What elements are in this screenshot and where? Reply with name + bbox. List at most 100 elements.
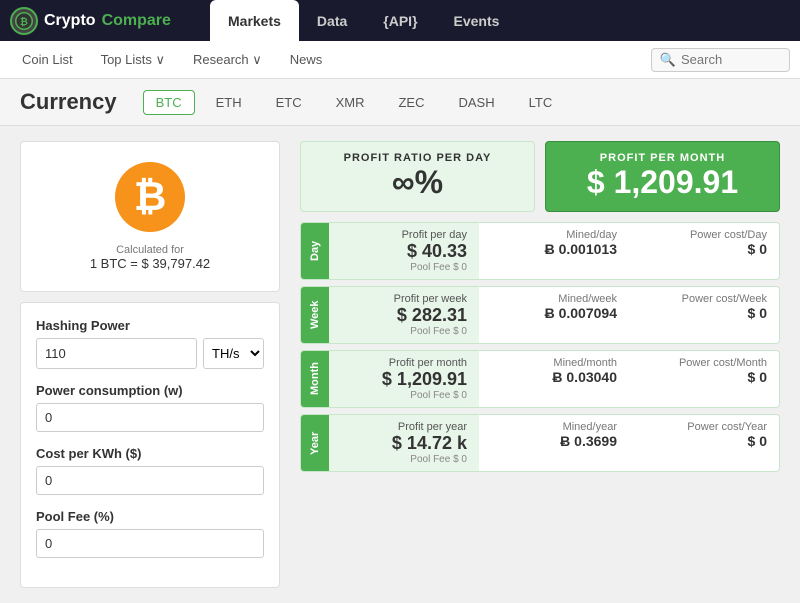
nav-data[interactable]: Data [299, 0, 365, 41]
data-row-period-2: Month [301, 351, 329, 407]
subnav-coin-list[interactable]: Coin List [10, 41, 85, 79]
tab-zec[interactable]: ZEC [385, 90, 437, 115]
logo[interactable]: ₿ Crypto Compare [10, 7, 210, 35]
data-row-power-0: Power cost/Day $ 0 [629, 223, 779, 279]
subnav-news[interactable]: News [278, 41, 335, 79]
pool-fee-input[interactable] [36, 529, 264, 558]
tab-btc[interactable]: BTC [143, 90, 195, 115]
logo-icon: ₿ [10, 7, 38, 35]
data-row-power-label-3: Power cost/Year [641, 421, 767, 433]
subnav-research[interactable]: Research ∨ [181, 41, 274, 79]
power-consumption-group: Power consumption (w) [36, 383, 264, 432]
data-row-power-label-1: Power cost/Week [641, 293, 767, 305]
svg-text:₿: ₿ [20, 16, 28, 27]
data-row-profit-3: Profit per year $ 14.72 k Pool Fee $ 0 [329, 415, 479, 471]
cost-per-kwh-label: Cost per KWh ($) [36, 446, 264, 461]
data-row-power-label-0: Power cost/Day [641, 229, 767, 241]
power-consumption-input[interactable] [36, 403, 264, 432]
data-row-profit-value-2: $ 1,209.91 [341, 369, 467, 390]
coin-card: ₿ Calculated for 1 BTC = $ 39,797.42 [20, 141, 280, 292]
data-row-mined-3: Mined/year Ƀ 0.3699 [479, 415, 629, 471]
main-content: ₿ Calculated for 1 BTC = $ 39,797.42 Has… [0, 126, 800, 603]
currency-tabs: BTC ETH ETC XMR ZEC DASH LTC [143, 90, 566, 115]
nav-markets[interactable]: Markets [210, 0, 299, 41]
tab-ltc[interactable]: LTC [516, 90, 566, 115]
data-row-mined-label-0: Mined/day [491, 229, 617, 241]
data-row-profit-2: Profit per month $ 1,209.91 Pool Fee $ 0 [329, 351, 479, 407]
data-row-power-label-2: Power cost/Month [641, 357, 767, 369]
nav-events[interactable]: Events [436, 0, 518, 41]
data-row-mined-0: Mined/day Ƀ 0.001013 [479, 223, 629, 279]
main-nav: Markets Data {API} Events [210, 0, 790, 41]
tab-eth[interactable]: ETH [203, 90, 255, 115]
data-row-period-1: Week [301, 287, 329, 343]
search-icon: 🔍 [660, 52, 676, 68]
data-row-mined-value-1: Ƀ 0.007094 [491, 305, 617, 321]
form-section: Hashing Power TH/s GH/s MH/s Power consu… [20, 302, 280, 588]
hashing-power-unit[interactable]: TH/s GH/s MH/s [203, 338, 264, 369]
pool-fee-label: Pool Fee (%) [36, 509, 264, 524]
currency-title: Currency [20, 89, 117, 115]
nav-api[interactable]: {API} [365, 0, 435, 41]
data-row-mined-value-0: Ƀ 0.001013 [491, 241, 617, 257]
data-row-power-1: Power cost/Week $ 0 [629, 287, 779, 343]
data-row-profit-title-2: Profit per month [341, 357, 467, 369]
data-row-mined-1: Mined/week Ƀ 0.007094 [479, 287, 629, 343]
data-row-profit-0: Profit per day $ 40.33 Pool Fee $ 0 [329, 223, 479, 279]
subnav-top-lists[interactable]: Top Lists ∨ [89, 41, 177, 79]
data-row-power-value-0: $ 0 [641, 241, 767, 257]
profit-month-card: PROFIT PER MONTH $ 1,209.91 [545, 141, 780, 212]
data-row: Week Profit per week $ 282.31 Pool Fee $… [300, 286, 780, 344]
data-row-profit-value-3: $ 14.72 k [341, 433, 467, 454]
data-row-period-3: Year [301, 415, 329, 471]
data-row-profit-fee-1: Pool Fee $ 0 [341, 326, 467, 337]
profit-ratio-value: ∞% [317, 164, 518, 201]
power-consumption-label: Power consumption (w) [36, 383, 264, 398]
cost-per-kwh-input[interactable] [36, 466, 264, 495]
profit-ratio-label: PROFIT RATIO PER DAY [317, 152, 518, 164]
tab-dash[interactable]: DASH [445, 90, 507, 115]
data-row-power-2: Power cost/Month $ 0 [629, 351, 779, 407]
data-row: Day Profit per day $ 40.33 Pool Fee $ 0 … [300, 222, 780, 280]
data-row: Month Profit per month $ 1,209.91 Pool F… [300, 350, 780, 408]
data-row-profit-1: Profit per week $ 282.31 Pool Fee $ 0 [329, 287, 479, 343]
data-row-power-value-3: $ 0 [641, 433, 767, 449]
data-row-mined-label-3: Mined/year [491, 421, 617, 433]
data-row-power-value-2: $ 0 [641, 369, 767, 385]
data-row-mined-value-3: Ƀ 0.3699 [491, 433, 617, 449]
data-row-mined-label-2: Mined/month [491, 357, 617, 369]
calc-price: 1 BTC = $ 39,797.42 [90, 256, 210, 271]
right-panel: PROFIT RATIO PER DAY ∞% PROFIT PER MONTH… [300, 141, 780, 588]
data-row-mined-value-2: Ƀ 0.03040 [491, 369, 617, 385]
calc-label: Calculated for [116, 244, 184, 256]
data-row-profit-value-1: $ 282.31 [341, 305, 467, 326]
data-row-power-3: Power cost/Year $ 0 [629, 415, 779, 471]
data-row: Year Profit per year $ 14.72 k Pool Fee … [300, 414, 780, 472]
data-row-profit-title-3: Profit per year [341, 421, 467, 433]
tab-etc[interactable]: ETC [263, 90, 315, 115]
hashing-power-row: TH/s GH/s MH/s [36, 338, 264, 369]
tab-xmr[interactable]: XMR [323, 90, 378, 115]
data-row-profit-fee-3: Pool Fee $ 0 [341, 454, 467, 465]
left-panel: ₿ Calculated for 1 BTC = $ 39,797.42 Has… [20, 141, 280, 588]
logo-compare: Compare [102, 12, 171, 30]
data-row-period-0: Day [301, 223, 329, 279]
profit-ratio-card: PROFIT RATIO PER DAY ∞% [300, 141, 535, 212]
data-rows: Day Profit per day $ 40.33 Pool Fee $ 0 … [300, 222, 780, 472]
data-row-power-value-1: $ 0 [641, 305, 767, 321]
top-nav: ₿ Crypto Compare Markets Data {API} Event… [0, 0, 800, 41]
profit-month-value: $ 1,209.91 [562, 164, 763, 201]
data-row-profit-title-1: Profit per week [341, 293, 467, 305]
logo-crypto: Crypto [44, 12, 96, 30]
coin-icon: ₿ [115, 162, 185, 232]
hashing-power-label: Hashing Power [36, 318, 264, 333]
sub-nav: Coin List Top Lists ∨ Research ∨ News 🔍 [0, 41, 800, 79]
data-row-profit-fee-2: Pool Fee $ 0 [341, 390, 467, 401]
search-box[interactable]: 🔍 [651, 48, 790, 72]
data-row-mined-2: Mined/month Ƀ 0.03040 [479, 351, 629, 407]
hashing-power-input[interactable] [36, 338, 197, 369]
data-row-profit-value-0: $ 40.33 [341, 241, 467, 262]
search-input[interactable] [681, 52, 781, 67]
hashing-power-group: Hashing Power TH/s GH/s MH/s [36, 318, 264, 369]
data-row-profit-title-0: Profit per day [341, 229, 467, 241]
